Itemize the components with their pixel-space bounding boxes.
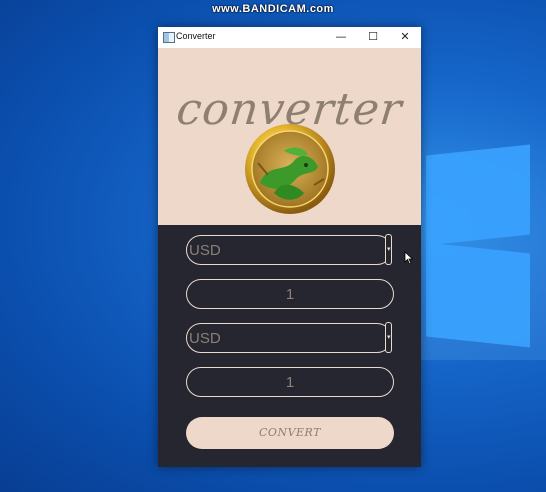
to-amount-value: 1 <box>285 374 295 391</box>
from-currency-value: USD <box>189 242 221 259</box>
coin-icon <box>245 124 335 214</box>
convert-button[interactable]: CONVERT <box>186 417 394 449</box>
chevron-down-icon: ▾ <box>387 246 391 253</box>
close-button[interactable]: ✕ <box>389 27 421 48</box>
coin-image <box>244 123 336 215</box>
title-bar[interactable]: Converter — ☐ ✕ <box>158 27 421 48</box>
mouse-cursor-icon <box>404 251 414 265</box>
maximize-button[interactable]: ☐ <box>357 27 389 48</box>
minimize-button[interactable]: — <box>325 27 357 48</box>
window-title: Converter <box>176 31 216 41</box>
windows-logo-tile-top <box>426 144 530 246</box>
converter-window: Converter — ☐ ✕ converter USD ▾ 1 USD ▾ … <box>158 27 421 467</box>
to-currency-dropdown-button[interactable]: ▾ <box>385 322 392 353</box>
windows-logo-tile-bottom <box>426 242 530 348</box>
to-currency-select[interactable]: USD ▾ <box>186 322 392 353</box>
recording-watermark: www.BANDICAM.com <box>212 3 334 15</box>
chevron-down-icon: ▾ <box>387 334 391 341</box>
app-window-icon <box>163 32 175 43</box>
from-amount-input[interactable]: 1 <box>186 279 394 309</box>
to-currency-value: USD <box>189 330 221 347</box>
from-amount-value: 1 <box>285 286 295 303</box>
to-amount-output[interactable]: 1 <box>186 367 394 397</box>
from-currency-select[interactable]: USD ▾ <box>186 234 392 265</box>
from-currency-dropdown-button[interactable]: ▾ <box>385 234 392 265</box>
